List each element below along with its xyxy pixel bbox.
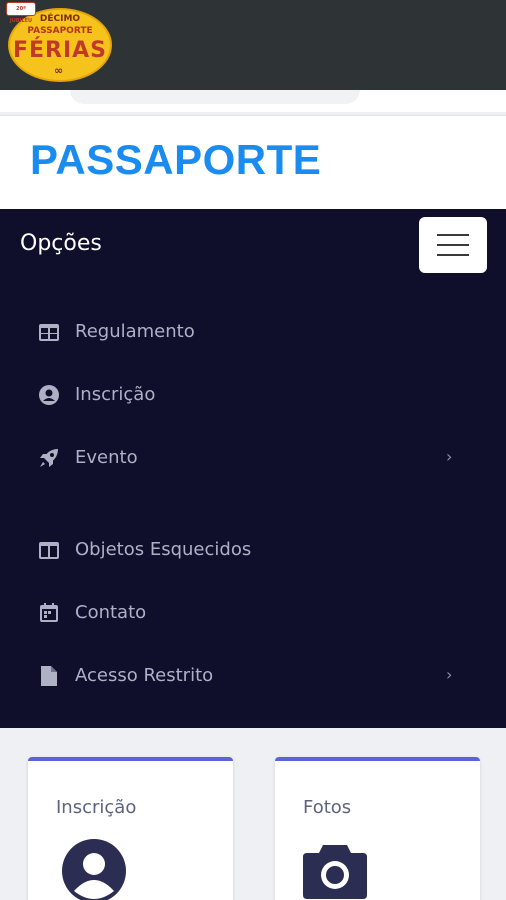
menu-toggle-button[interactable]: [419, 217, 487, 273]
logo-text-line2: PASSAPORTE: [27, 26, 93, 36]
table-icon: [37, 322, 61, 342]
menu-item-label: Acesso Restrito: [75, 665, 214, 686]
logo-text-line1: DÉCIMO: [39, 14, 81, 24]
top-header: 20º JUBILEU DÉCIMO PASSAPORTE FÉRIAS ∞: [0, 0, 506, 90]
menu-item-contato[interactable]: Contato: [0, 593, 506, 633]
options-menu: Opções Regulamento Inscrição Evento › Ob…: [0, 209, 506, 728]
chevron-right-icon: ›: [446, 665, 453, 684]
card-title: Fotos: [303, 797, 352, 818]
columns-icon: [37, 540, 61, 560]
logo-glasses-icon: ∞: [54, 64, 64, 77]
card-fotos[interactable]: Fotos: [275, 757, 480, 900]
user-circle-icon: [37, 385, 61, 405]
menu-item-objetos-esquecidos[interactable]: Objetos Esquecidos: [0, 530, 506, 570]
card-inscricao[interactable]: Inscrição: [28, 757, 233, 900]
user-circle-icon: [62, 839, 126, 900]
menu-item-acesso-restrito[interactable]: Acesso Restrito ›: [0, 656, 506, 696]
hamburger-bar: [437, 254, 469, 256]
menu-heading: Opções: [20, 231, 102, 256]
menu-item-label: Evento: [75, 447, 138, 468]
hamburger-bar: [437, 244, 469, 246]
menu-item-regulamento[interactable]: Regulamento: [0, 312, 506, 352]
page-title: PASSAPORTE: [30, 136, 322, 183]
menu-item-inscricao[interactable]: Inscrição: [0, 375, 506, 415]
header-strip-shadow: [70, 90, 360, 104]
calendar-icon: [37, 603, 61, 623]
logo-text-line3: FÉRIAS: [12, 38, 108, 63]
hamburger-bar: [437, 234, 469, 236]
menu-item-evento[interactable]: Evento ›: [0, 438, 506, 478]
menu-item-label: Regulamento: [75, 321, 195, 342]
chevron-right-icon: ›: [446, 447, 453, 466]
menu-item-label: Contato: [75, 602, 147, 623]
title-band: PASSAPORTE: [0, 115, 506, 209]
menu-item-label: Objetos Esquecidos: [75, 539, 252, 560]
event-logo[interactable]: 20º JUBILEU DÉCIMO PASSAPORTE FÉRIAS ∞: [6, 2, 114, 86]
rocket-icon: [37, 448, 61, 468]
menu-item-label: Inscrição: [75, 384, 156, 405]
camera-icon: [303, 839, 367, 900]
file-icon: [37, 666, 61, 686]
card-title: Inscrição: [56, 797, 137, 818]
